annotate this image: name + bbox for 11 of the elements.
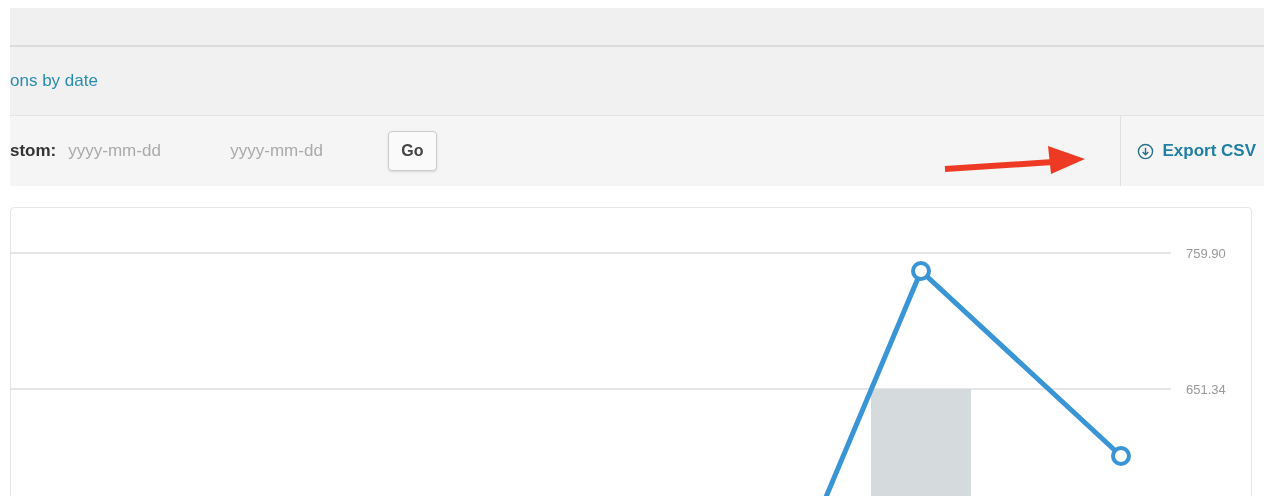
section-link[interactable]: ons by date <box>10 68 98 94</box>
download-icon <box>1137 142 1155 160</box>
data-point <box>1111 446 1131 466</box>
data-point <box>911 261 931 281</box>
go-button[interactable]: Go <box>388 131 437 171</box>
start-date-field[interactable]: yyyy-mm-dd <box>68 138 219 164</box>
end-date-field[interactable]: yyyy-mm-dd <box>230 138 381 164</box>
export-csv-button[interactable]: Export CSV <box>1137 138 1256 164</box>
y-tick-label: 651.34 <box>1186 382 1226 397</box>
custom-range-label: stom: <box>10 140 57 163</box>
y-tick-label: 759.90 <box>1186 246 1226 261</box>
